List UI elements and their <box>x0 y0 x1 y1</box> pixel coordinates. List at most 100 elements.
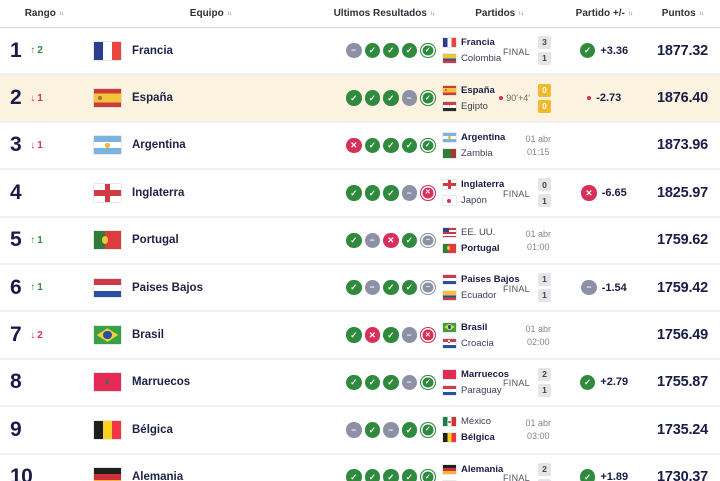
team-flag <box>94 279 121 297</box>
match-away-flag <box>443 54 456 63</box>
match-cell: Argentina Zambia 01 abr01:15 <box>435 132 563 159</box>
rank-number: 8 <box>10 370 21 394</box>
score-away: 1 <box>538 289 551 302</box>
ranking-row[interactable]: 9 Bélgica −✓−✓✓ México Bélgica 01 abr03:… <box>0 407 720 454</box>
delta-cell: ✕ -6.65 <box>563 185 645 201</box>
score-away: 0 <box>538 100 551 113</box>
result-win-icon: ✓ <box>346 469 362 481</box>
points-value: 1825.97 <box>645 185 720 201</box>
ranking-row[interactable]: 1 ↑2 Francia −✓✓✓✓ Francia Colombia FINA… <box>0 28 720 75</box>
delta-value: +1.89 <box>600 471 628 481</box>
sort-icon[interactable]: ↑↓ <box>518 10 523 17</box>
match-cell: Paises Bajos Ecuador FINAL 1 1 <box>435 273 563 302</box>
result-win-icon: ✓ <box>383 43 399 59</box>
sort-icon[interactable]: ↑↓ <box>430 10 435 17</box>
match-home-team: España <box>443 85 491 96</box>
match-status: 01 abr01:00 <box>525 229 551 252</box>
movement-value: 1 <box>37 282 43 293</box>
header-ultimos-resultados[interactable]: Ultimos Resultados↑↓ <box>333 8 435 19</box>
match-away-flag <box>443 102 456 111</box>
header-partidos-label: Partidos <box>475 8 515 19</box>
points-value: 1759.42 <box>645 280 720 296</box>
rank-cell: 3 ↓1 <box>0 133 88 157</box>
header-rango[interactable]: Rango↑↓ <box>0 8 88 19</box>
match-home-flag <box>443 323 456 332</box>
ranking-row[interactable]: 3 ↓1 Argentina ✕✓✓✓✓ Argentina Zambia 01… <box>0 123 720 170</box>
match-home-team: EE. UU. <box>443 227 517 238</box>
ranking-row[interactable]: 7 ↓2 Brasil ✓✕✓−✕ Brasil Croacia 01 abr0… <box>0 312 720 359</box>
movement-value: 2 <box>37 330 43 341</box>
result-draw-icon: − <box>402 375 418 391</box>
match-away-name: Egipto <box>461 101 488 112</box>
result-win-icon: ✓ <box>365 422 381 438</box>
team-cell: España <box>88 89 333 107</box>
score-home: 1 <box>538 273 551 286</box>
match-scores: 3 1 <box>538 36 551 65</box>
recent-results: ✕✓✓✓✓ <box>333 138 435 154</box>
match-time: 02:00 <box>525 337 551 347</box>
match-away-name: Paraguay <box>461 385 502 396</box>
result-win-icon: ✓ <box>346 280 362 296</box>
score-home: 3 <box>538 36 551 49</box>
team-flag <box>94 89 121 107</box>
delta-cell: ✓ +2.79 <box>563 375 645 391</box>
result-win-icon: ✓ <box>402 138 418 154</box>
fifa-rankings-table: Rango↑↓ Equipo↑↓ Ultimos Resultados↑↓ Pa… <box>0 0 720 481</box>
result-win-icon: ✓ <box>365 375 381 391</box>
match-home-team: Paises Bajos <box>443 274 495 285</box>
ranking-row[interactable]: 10 Alemania ✓✓✓✓✓ Alemania Ghana FINAL 2… <box>0 455 720 481</box>
header-puntos[interactable]: Puntos↑↓ <box>645 8 720 19</box>
result-win-icon: ✓ <box>365 138 381 154</box>
flag-detail <box>98 96 102 101</box>
match-date: 01 abr <box>525 418 551 428</box>
match-home-team: Brasil <box>443 322 517 333</box>
movement-value: 1 <box>37 93 43 104</box>
sort-icon[interactable]: ↑↓ <box>59 10 64 17</box>
header-partido-plus-minus[interactable]: Partido +/-↑↓ <box>563 8 645 19</box>
sort-icon[interactable]: ↑↓ <box>227 10 232 17</box>
points-value: 1873.96 <box>645 137 720 153</box>
header-equipo[interactable]: Equipo↑↓ <box>88 8 333 19</box>
result-draw-icon: − <box>383 422 399 438</box>
sort-icon[interactable]: ↑↓ <box>699 10 704 17</box>
rank-cell: 10 <box>0 465 88 481</box>
points-value: 1730.37 <box>645 469 720 481</box>
result-draw-icon: − <box>402 90 418 106</box>
result-draw-icon: − <box>346 422 362 438</box>
ranking-row[interactable]: 6 ↑1 Paises Bajos ✓−✓✓− Paises Bajos Ecu… <box>0 265 720 312</box>
team-flag <box>94 136 121 154</box>
match-away-name: Croacia <box>461 338 494 349</box>
delta-value: -6.65 <box>602 187 627 199</box>
rank-number: 3 <box>10 133 21 157</box>
live-dot-icon <box>499 96 504 101</box>
match-status: 90'+4' <box>499 93 530 103</box>
sort-icon[interactable]: ↑↓ <box>628 10 633 17</box>
ranking-row[interactable]: 8 Marruecos ✓✓✓−✓ Marruecos Paraguay FIN… <box>0 360 720 407</box>
header-partidos[interactable]: Partidos↑↓ <box>435 8 563 19</box>
result-draw-icon: − <box>420 233 436 249</box>
match-away-name: Colombia <box>461 53 501 64</box>
match-home-name: México <box>461 416 491 427</box>
flag-detail <box>103 331 111 339</box>
recent-results: ✓✕✓−✕ <box>333 327 435 343</box>
team-flag <box>94 231 121 249</box>
match-time: 03:00 <box>525 431 551 441</box>
recent-results: ✓✓✓−✕ <box>333 185 435 201</box>
ranking-row[interactable]: 4 Inglaterra ✓✓✓−✕ Inglaterra Japón FINA… <box>0 170 720 217</box>
result-win-icon: ✓ <box>383 280 399 296</box>
team-name: Marruecos <box>132 376 190 388</box>
match-status-final: FINAL <box>503 378 530 388</box>
match-home-team: Francia <box>443 37 495 48</box>
rank-movement: ↑1 <box>30 282 43 293</box>
ranking-row[interactable]: 2 ↓1 España ✓✓✓−✓ España Egipto 90'+4' 0… <box>0 75 720 122</box>
match-away-team: Egipto <box>443 101 491 112</box>
team-name: Portugal <box>132 234 179 246</box>
match-teams: Inglaterra Japón <box>443 179 495 206</box>
recent-results: ✓✓✓−✓ <box>333 375 435 391</box>
delta-result-icon: ✓ <box>580 375 596 391</box>
result-loss-icon: ✕ <box>383 233 399 249</box>
match-date: 01 abr <box>525 324 551 334</box>
ranking-row[interactable]: 5 ↑1 Portugal ✓−✕✓− EE. UU. Portugal 01 … <box>0 218 720 265</box>
flag-detail <box>448 136 450 138</box>
live-minute: 90'+4' <box>506 93 530 103</box>
